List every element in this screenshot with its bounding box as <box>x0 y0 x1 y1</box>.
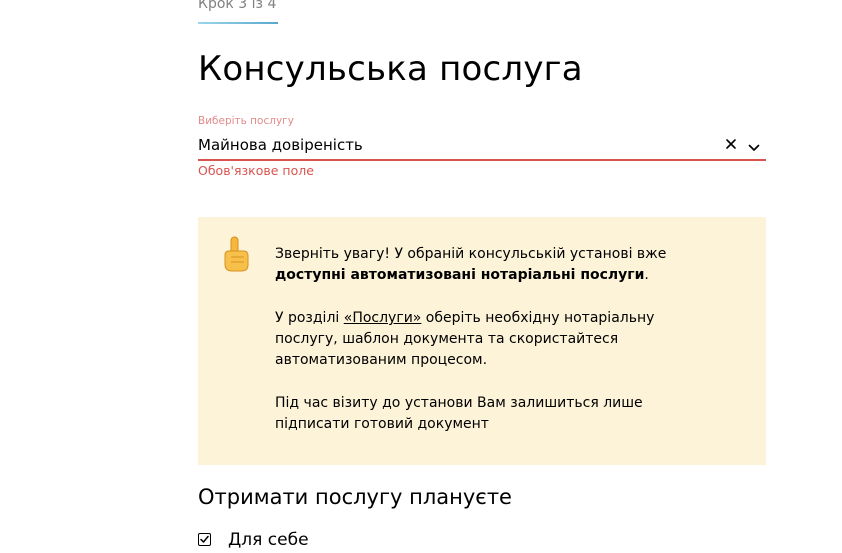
service-select-label: Виберіть послугу <box>198 115 294 127</box>
check-icon <box>200 535 209 543</box>
checkbox-for-self-label: Для себе <box>228 530 309 550</box>
recipient-section-title: Отримати послугу плануєте <box>198 485 512 509</box>
service-select[interactable]: Майнова довіреність <box>198 132 766 161</box>
page-title: Консульська послуга <box>198 49 583 89</box>
notice-p1-text: Зверніть увагу! У обраній консульській у… <box>275 246 667 262</box>
service-select-value: Майнова довіреність <box>198 136 363 154</box>
chevron-down-icon[interactable] <box>748 138 760 151</box>
step-progress-underline <box>198 22 278 24</box>
notice-p1-bold: доступні автоматизовані нотаріальні посл… <box>275 267 645 283</box>
notice-box: Зверніть увагу! У обраній консульській у… <box>198 217 766 465</box>
step-indicator: Крок 3 із 4 <box>198 0 277 12</box>
services-link[interactable]: «Послуги» <box>344 310 422 326</box>
notice-p2-before: У розділі <box>275 310 344 326</box>
pointing-finger-icon <box>220 235 252 275</box>
notice-paragraph-2: У розділі «Послуги» оберіть необхідну но… <box>275 308 715 371</box>
close-icon[interactable] <box>724 136 738 150</box>
notice-p1-end: . <box>644 267 649 283</box>
notice-paragraph-1: Зверніть увагу! У обраній консульській у… <box>275 244 715 286</box>
service-select-error: Обов'язкове поле <box>198 163 314 178</box>
notice-paragraph-3: Під час візиту до установи Вам залишитьс… <box>275 395 643 432</box>
checkbox-box[interactable] <box>198 533 211 546</box>
